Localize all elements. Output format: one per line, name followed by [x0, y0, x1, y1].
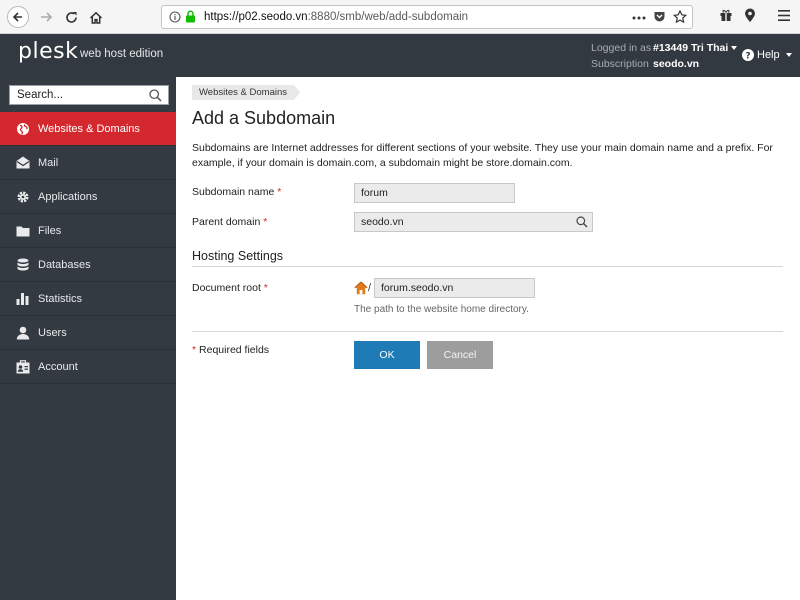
ok-button[interactable]: OK — [354, 341, 420, 369]
help-menu[interactable]: ? Help — [742, 49, 792, 61]
svg-text:?: ? — [745, 51, 750, 61]
account-icon — [16, 359, 30, 374]
document-root-input[interactable]: forum.seodo.vn — [374, 278, 535, 298]
info-icon[interactable] — [169, 11, 181, 23]
cancel-button[interactable]: Cancel — [427, 341, 493, 369]
gift-icon[interactable] — [719, 8, 733, 22]
label-text: Parent domain — [192, 216, 261, 228]
location-pin-icon[interactable] — [744, 8, 756, 23]
sidebar-item-users[interactable]: Users — [0, 316, 176, 350]
required-asterisk: * — [263, 216, 268, 228]
sidebar-item-databases[interactable]: Databases — [0, 248, 176, 282]
section-divider — [192, 266, 783, 267]
search-input[interactable]: Search... — [9, 85, 169, 105]
browser-toolbar: https://p02.seodo.vn:8880/smb/web/add-su… — [0, 0, 800, 34]
url-host: https://p02.seodo.vn — [204, 11, 308, 23]
parent-domain-label: Parent domain * — [192, 216, 267, 228]
plesk-logo[interactable]: plesk — [18, 39, 78, 64]
sidebar: Search... Websites & Domains Mail Applic… — [0, 77, 176, 600]
label-text: Subdomain name — [192, 186, 275, 198]
sidebar-item-websites-domains[interactable]: Websites & Domains — [0, 112, 176, 146]
home-icon — [89, 11, 103, 24]
bar-chart-icon — [16, 292, 30, 306]
search-text: Search... — [17, 89, 64, 101]
sidebar-item-label: Users — [38, 326, 67, 339]
sidebar-item-label: Websites & Domains — [38, 122, 140, 135]
back-button[interactable] — [7, 6, 29, 28]
url-text: https://p02.seodo.vn:8880/smb/web/add-su… — [204, 11, 468, 23]
breadcrumb[interactable]: Websites & Domains — [192, 85, 300, 100]
help-icon: ? — [742, 49, 754, 61]
subscription-label: Subscription — [591, 58, 649, 70]
document-root-hint: The path to the website home directory. — [354, 304, 529, 315]
hosting-settings-heading: Hosting Settings — [192, 249, 284, 263]
sidebar-item-applications[interactable]: Applications — [0, 180, 176, 214]
forward-button[interactable] — [35, 6, 57, 28]
required-asterisk: * — [263, 282, 268, 294]
sidebar-item-statistics[interactable]: Statistics — [0, 282, 176, 316]
menu-icon[interactable] — [778, 10, 790, 21]
pocket-icon[interactable] — [653, 10, 666, 23]
sidebar-item-label: Databases — [38, 258, 91, 271]
search-icon[interactable] — [149, 89, 162, 102]
document-root-label: Document root * — [192, 282, 268, 294]
form-divider — [192, 331, 783, 332]
reload-icon — [65, 11, 77, 23]
required-fields-note: * Required fields — [192, 344, 269, 356]
help-label: Help — [757, 49, 780, 61]
address-bar[interactable]: https://p02.seodo.vn:8880/smb/web/add-su… — [161, 5, 693, 29]
plesk-header: plesk web host edition Logged in as #1344… — [0, 34, 800, 77]
sidebar-item-label: Files — [38, 224, 62, 237]
page-title: Add a Subdomain — [192, 108, 336, 128]
logo-text: plesk — [18, 39, 79, 64]
required-asterisk: * — [277, 186, 282, 198]
document-root-prefix: / — [368, 282, 372, 294]
lock-icon — [186, 10, 195, 23]
arrow-right-icon — [40, 12, 52, 22]
required-asterisk: * — [192, 344, 197, 356]
sidebar-item-files[interactable]: Files — [0, 214, 176, 248]
reload-button[interactable] — [60, 6, 82, 28]
subdomain-name-input[interactable]: forum — [354, 183, 515, 203]
database-icon — [16, 258, 30, 272]
edition-label: web host edition — [80, 48, 164, 60]
subdomain-name-label: Subdomain name * — [192, 186, 281, 198]
user-name: #13449 Tri Thai — [653, 42, 729, 54]
chevron-down-icon — [731, 46, 738, 51]
sidebar-item-mail[interactable]: Mail — [0, 146, 176, 180]
page-description: Subdomains are Internet addresses for di… — [192, 142, 773, 169]
home-folder-icon — [354, 281, 368, 295]
more-icon[interactable] — [632, 16, 646, 20]
sidebar-item-label: Account — [38, 360, 78, 373]
home-button[interactable] — [85, 6, 107, 28]
parent-domain-select[interactable]: seodo.vn — [354, 212, 593, 232]
star-icon[interactable] — [673, 10, 687, 23]
required-note-text: Required fields — [199, 344, 270, 356]
globe-icon — [16, 122, 30, 136]
arrow-left-icon — [12, 12, 22, 22]
logged-in-label: Logged in as — [591, 42, 652, 54]
user-icon — [16, 326, 30, 340]
gear-icon — [16, 190, 30, 204]
subscription-value[interactable]: seodo.vn — [653, 58, 699, 70]
parent-domain-value: seodo.vn — [361, 216, 404, 228]
sidebar-item-account[interactable]: Account — [0, 350, 176, 384]
url-path: :8880/smb/web/add-subdomain — [307, 11, 469, 23]
folder-icon — [16, 224, 30, 238]
search-icon[interactable] — [576, 216, 588, 228]
user-info: Logged in as #13449 Tri Thai Subscription… — [591, 40, 738, 72]
main-content: Websites & Domains Add a Subdomain Subdo… — [176, 77, 800, 600]
label-text: Document root — [192, 282, 261, 294]
chevron-down-icon — [785, 53, 792, 57]
sidebar-item-label: Applications — [38, 190, 98, 203]
sidebar-item-label: Mail — [38, 156, 59, 169]
mail-icon — [16, 156, 30, 170]
sidebar-item-label: Statistics — [38, 292, 83, 305]
user-menu[interactable]: #13449 Tri Thai — [653, 42, 738, 54]
